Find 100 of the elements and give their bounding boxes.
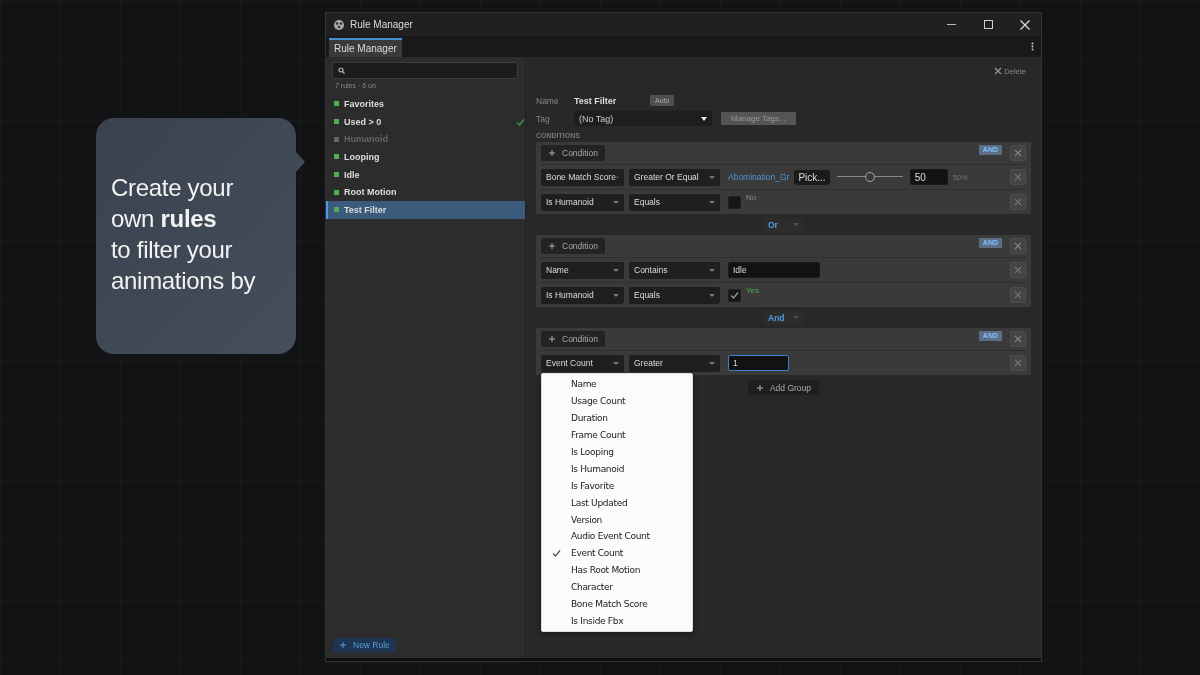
menu-item[interactable]: Is Inside Fbx	[542, 612, 692, 630]
close-icon	[1014, 266, 1022, 274]
add-condition-button[interactable]: Condition	[541, 145, 605, 161]
menu-item[interactable]: Frame Count	[542, 426, 692, 444]
field-label: Tag	[536, 113, 551, 124]
tag-dropdown[interactable]: (No Tag)	[574, 111, 712, 126]
plus-icon	[339, 641, 347, 649]
logic-dropdown[interactable]: Or	[763, 217, 804, 232]
close-icon	[1014, 242, 1022, 250]
value-slider[interactable]	[836, 172, 903, 182]
check-icon	[516, 117, 525, 126]
callout-text: Create your own rules to filter your animations by	[111, 173, 256, 296]
caret-icon	[709, 268, 715, 272]
new-rule-button[interactable]: New Rule	[333, 638, 396, 652]
value-label: No	[746, 193, 757, 202]
add-condition-button[interactable]: Condition	[541, 331, 605, 347]
rule-item[interactable]: Root Motion	[326, 183, 525, 202]
value-field[interactable]: 1	[728, 355, 789, 371]
maximize-icon	[983, 20, 993, 29]
remove-condition-button[interactable]	[1010, 287, 1026, 303]
plus-icon	[548, 335, 556, 343]
checkbox[interactable]	[728, 288, 741, 302]
value-field[interactable]: Idle	[728, 262, 820, 278]
remove-condition-button[interactable]	[1010, 355, 1026, 371]
asset-link[interactable]: Abomination_Gr	[728, 172, 790, 182]
menu-item[interactable]: Duration	[542, 409, 692, 427]
menu-item[interactable]: Is Looping	[542, 443, 692, 461]
operator-dropdown[interactable]: Contains	[629, 261, 720, 279]
plus-icon	[548, 242, 556, 250]
close-icon	[1014, 198, 1022, 206]
value-label: Yes	[746, 286, 760, 295]
pick-button[interactable]: Pick...	[794, 169, 830, 185]
logic-dropdown[interactable]: And	[763, 310, 804, 325]
rule-item[interactable]: Test Filter	[326, 201, 525, 219]
caret-icon	[701, 116, 707, 121]
caret-icon	[613, 293, 619, 297]
close-icon	[994, 67, 1003, 75]
close-icon	[1014, 359, 1022, 367]
value-field[interactable]: 50	[909, 169, 948, 185]
remove-group-button[interactable]	[1010, 145, 1026, 161]
caret-icon	[613, 200, 619, 204]
menu-item[interactable]: Bone Match Score	[542, 595, 692, 613]
menu-item[interactable]: Usage Count	[542, 392, 692, 410]
window-title: Rule Manager	[350, 19, 413, 30]
remove-condition-button[interactable]	[1010, 262, 1026, 278]
remove-group-button[interactable]	[1010, 331, 1026, 347]
rule-item[interactable]: Used > 0	[326, 112, 525, 131]
caret-icon	[709, 361, 715, 365]
minimize-icon	[946, 24, 956, 25]
caret-icon	[613, 268, 619, 272]
slider-thumb[interactable]	[864, 172, 875, 182]
operator-dropdown[interactable]: Equals	[629, 286, 720, 304]
caret-icon	[709, 200, 715, 204]
operator-dropdown[interactable]: Equals	[629, 193, 720, 211]
plus-icon	[548, 149, 556, 157]
close-icon	[1014, 291, 1022, 299]
field-dropdown[interactable]: Is Humanoid	[541, 193, 624, 211]
plus-icon	[755, 383, 764, 392]
menu-item[interactable]: Version	[542, 511, 692, 528]
field-dropdown[interactable]: Event Count	[541, 354, 624, 372]
menu-item[interactable]: Audio Event Count	[542, 528, 692, 545]
close-icon	[1014, 335, 1022, 343]
search-field[interactable]	[332, 62, 518, 79]
rule-item[interactable]: Favorites	[326, 95, 525, 113]
menu-item[interactable]: Is Favorite	[542, 477, 692, 495]
rule-item[interactable]: Idle	[326, 165, 525, 184]
operator-dropdown[interactable]: Greater	[629, 354, 720, 372]
remove-condition-button[interactable]	[1010, 169, 1026, 185]
search-icon	[338, 67, 345, 74]
field-dropdown[interactable]: Name	[541, 261, 624, 279]
close-icon	[1020, 19, 1030, 30]
close-icon	[1014, 149, 1022, 157]
caret-icon	[709, 293, 715, 297]
caret-icon	[613, 361, 619, 365]
field-label: Name	[536, 95, 560, 106]
menu-item[interactable]: Event Count	[542, 544, 692, 562]
menu-item[interactable]: Character	[542, 578, 692, 596]
caret-icon	[793, 316, 799, 319]
field-dropdown[interactable]: Bone Match Score	[541, 168, 624, 186]
menu-item[interactable]: Last Updated	[542, 494, 692, 512]
field-dropdown[interactable]: Is Humanoid	[541, 286, 624, 304]
rule-name: Test Filter	[574, 95, 618, 106]
caret-icon	[709, 175, 715, 179]
remove-condition-button[interactable]	[1010, 194, 1026, 210]
checkbox[interactable]	[728, 195, 741, 209]
add-group-button[interactable]: Add Group	[747, 380, 820, 395]
app-icon	[333, 18, 345, 31]
check-icon	[730, 291, 739, 299]
menu-item[interactable]: Is Humanoid	[542, 460, 692, 478]
caret-icon	[793, 223, 799, 226]
menu-item[interactable]: Name	[542, 376, 692, 393]
tab[interactable]: Rule Manager	[329, 38, 402, 57]
close-icon	[1014, 173, 1022, 181]
check-icon	[552, 549, 561, 558]
operator-dropdown[interactable]: Greater Or Equal	[629, 168, 720, 186]
more-icon	[1031, 42, 1034, 51]
remove-group-button[interactable]	[1010, 238, 1026, 254]
menu-item[interactable]: Has Root Motion	[542, 561, 692, 579]
rule-item[interactable]: Looping	[326, 148, 525, 166]
add-condition-button[interactable]: Condition	[541, 238, 605, 254]
